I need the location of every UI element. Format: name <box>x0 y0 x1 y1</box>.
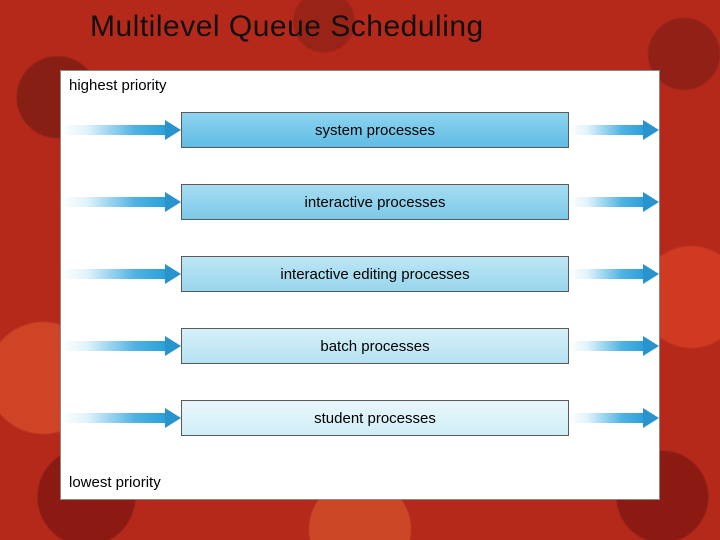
queue-box: interactive editing processes <box>181 256 569 292</box>
lowest-priority-label: lowest priority <box>69 474 161 491</box>
highest-priority-label: highest priority <box>69 77 167 94</box>
arrow-out-icon <box>569 123 659 137</box>
arrow-in-icon <box>61 267 181 281</box>
queue-row-student: student processes <box>61 399 659 437</box>
queue-box: student processes <box>181 400 569 436</box>
queue-rows: system processes interactive processes i… <box>61 111 659 437</box>
arrow-in-icon <box>61 411 181 425</box>
arrow-out-icon <box>569 267 659 281</box>
arrow-in-icon <box>61 123 181 137</box>
queue-diagram: highest priority system processes intera… <box>60 70 660 500</box>
queue-row-interactive: interactive processes <box>61 183 659 221</box>
queue-box: system processes <box>181 112 569 148</box>
queue-box: interactive processes <box>181 184 569 220</box>
arrow-in-icon <box>61 339 181 353</box>
queue-row-system: system processes <box>61 111 659 149</box>
queue-row-interactive-editing: interactive editing processes <box>61 255 659 293</box>
arrow-out-icon <box>569 339 659 353</box>
slide-title: Multilevel Queue Scheduling <box>90 10 680 44</box>
queue-row-batch: batch processes <box>61 327 659 365</box>
arrow-out-icon <box>569 195 659 209</box>
arrow-in-icon <box>61 195 181 209</box>
arrow-out-icon <box>569 411 659 425</box>
queue-box: batch processes <box>181 328 569 364</box>
